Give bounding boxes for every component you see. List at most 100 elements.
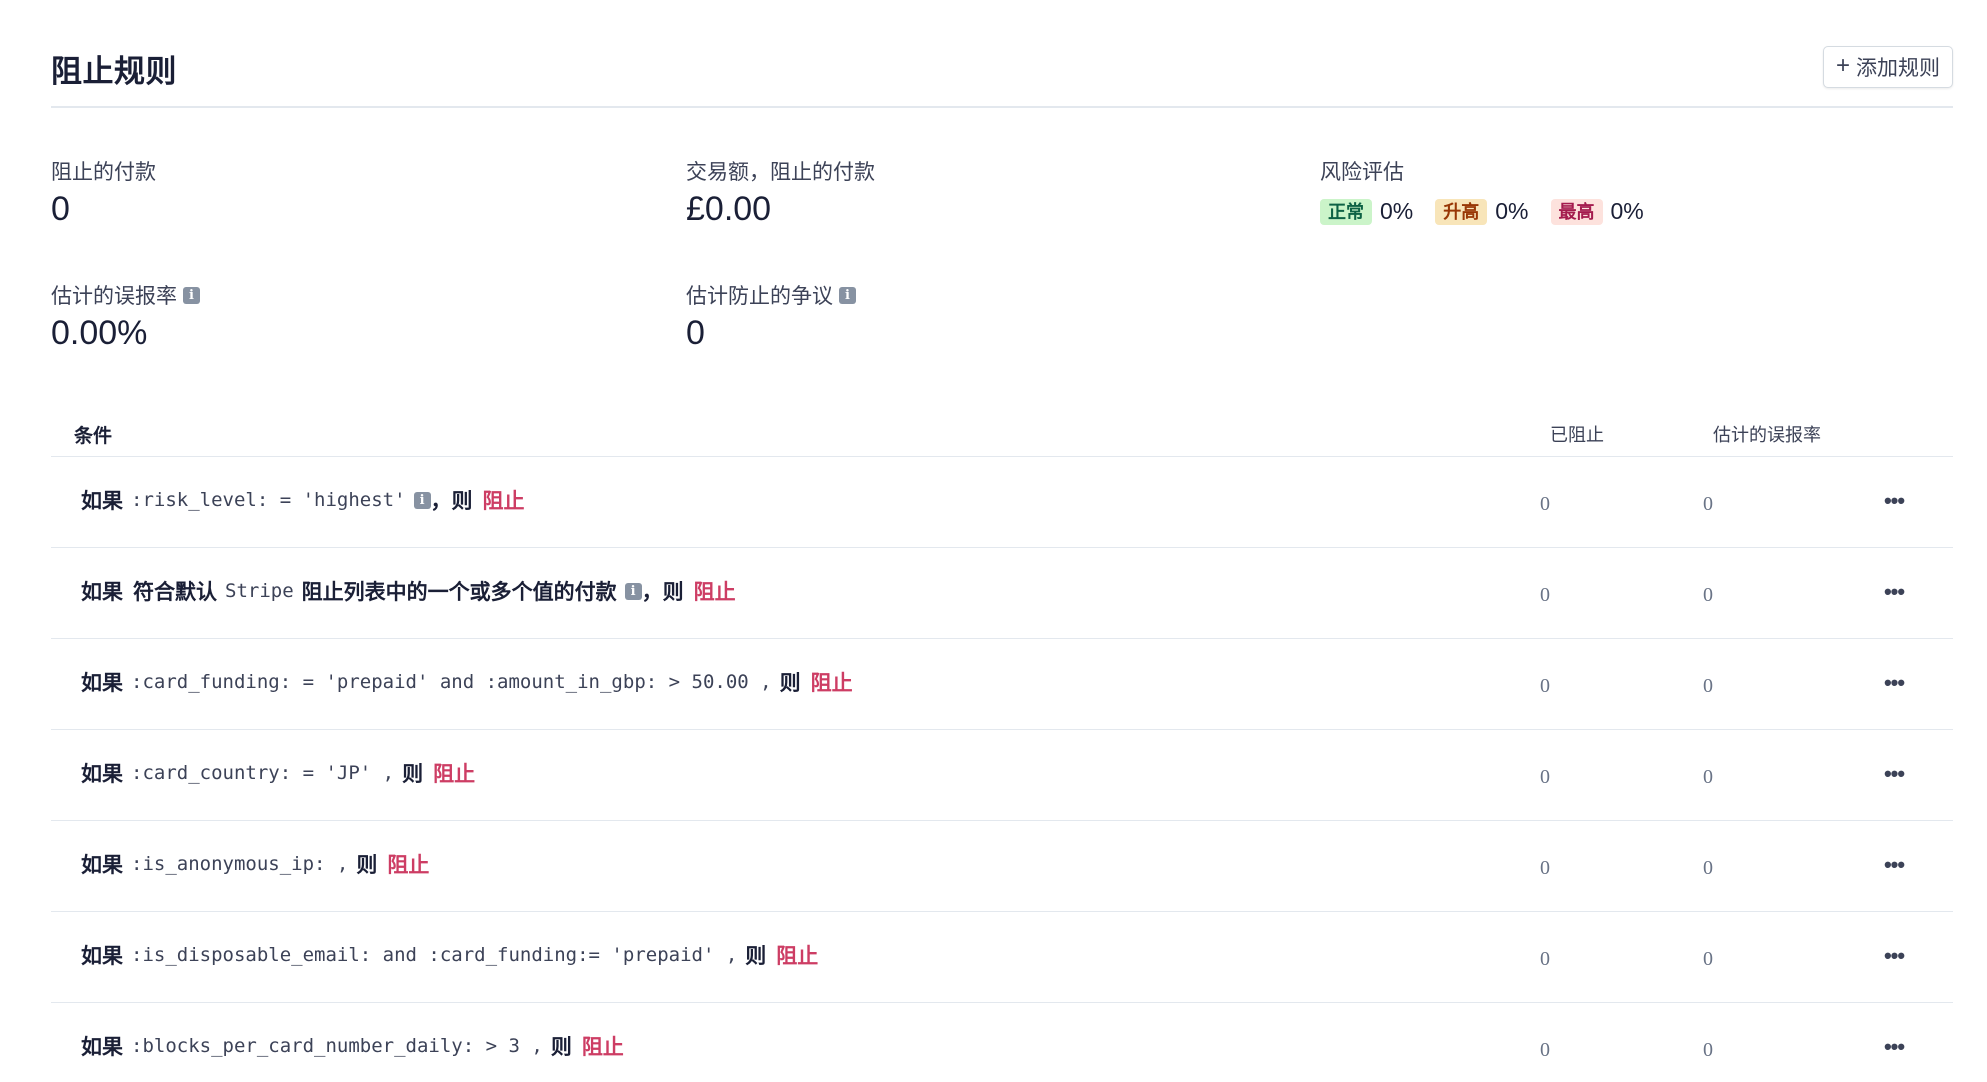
column-header-blocked: 已阻止 bbox=[1550, 425, 1604, 445]
rule-expression: :is_anonymous_ip: , bbox=[131, 853, 349, 875]
metric-risk-evaluation: 风险评估 正常 0% 升高 0% 最高 0% bbox=[1320, 156, 1666, 225]
column-header-false-positive-rate: 估计的误报率 bbox=[1713, 425, 1821, 445]
metric-label: 交易额，阻止的付款 bbox=[686, 156, 875, 186]
rule-if-keyword: 如果 bbox=[81, 945, 123, 968]
cell-blocked: 0 bbox=[1540, 493, 1550, 515]
info-icon[interactable]: i bbox=[413, 491, 431, 509]
cell-blocked: 0 bbox=[1540, 948, 1550, 970]
rule-then-keyword: 则 bbox=[745, 945, 767, 968]
rule-action: 阻止 bbox=[482, 490, 525, 513]
metric-value: 0 bbox=[51, 190, 70, 228]
cell-false-positive-rate: 0 bbox=[1703, 948, 1713, 970]
column-header-condition: 条件 bbox=[74, 426, 113, 447]
risk-percent-highest: 0% bbox=[1610, 198, 1644, 224]
rule-expression: :blocks_per_card_number_daily: > 3 , bbox=[131, 1035, 543, 1057]
more-options-button[interactable]: ••• bbox=[1877, 671, 1911, 695]
rule-condition: 如果 :is_disposable_email: and :card_fundi… bbox=[81, 940, 818, 970]
rule-condition: 如果 :card_country: = 'JP' , 则 阻止 bbox=[81, 758, 475, 788]
cell-blocked: 0 bbox=[1540, 766, 1550, 788]
metric-label: 估计防止的争议 i bbox=[686, 280, 856, 310]
metric-label: 估计的误报率 i bbox=[51, 280, 200, 310]
table-row[interactable]: 如果 :is_anonymous_ip: , 则 阻止 0 0 ••• bbox=[51, 821, 1953, 912]
ellipsis-icon: ••• bbox=[1883, 1034, 1905, 1059]
table-row[interactable]: 如果 :is_disposable_email: and :card_fundi… bbox=[51, 912, 1953, 1003]
table-row[interactable]: 如果 :blocks_per_card_number_daily: > 3 , … bbox=[51, 1003, 1953, 1082]
plus-icon: + bbox=[1835, 52, 1850, 79]
add-rule-label: 添加规则 bbox=[1856, 57, 1940, 80]
metric-value: 0 bbox=[686, 314, 705, 352]
metric-label-text: 估计防止的争议 bbox=[686, 285, 833, 308]
table-row[interactable]: 如果 符合默认 Stripe 阻止列表中的一个或多个值的付款 i ，则 阻止 0… bbox=[51, 548, 1953, 639]
cell-blocked: 0 bbox=[1540, 675, 1550, 697]
rule-then-keyword: 则 bbox=[779, 672, 801, 695]
rule-action: 阻止 bbox=[433, 763, 476, 786]
risk-badge-elevated: 升高 bbox=[1435, 198, 1488, 225]
cell-false-positive-rate: 0 bbox=[1703, 675, 1713, 697]
ellipsis-icon: ••• bbox=[1883, 943, 1905, 968]
metric-blocked-volume: 交易额，阻止的付款 £0.00 bbox=[686, 156, 875, 229]
rule-then-keyword: 则 bbox=[356, 854, 378, 877]
cell-false-positive-rate: 0 bbox=[1703, 493, 1713, 515]
more-options-button[interactable]: ••• bbox=[1877, 1035, 1911, 1059]
metric-label: 风险评估 bbox=[1320, 156, 1666, 186]
risk-levels: 正常 0% 升高 0% 最高 0% bbox=[1320, 198, 1666, 225]
add-rule-button[interactable]: + 添加规则 bbox=[1822, 46, 1953, 88]
cell-blocked: 0 bbox=[1540, 1039, 1550, 1061]
table-header: 条件 已阻止 估计的误报率 bbox=[51, 400, 1953, 457]
ellipsis-icon: ••• bbox=[1883, 761, 1905, 786]
rule-text-prefix: 符合默认 bbox=[133, 581, 217, 604]
info-icon[interactable]: i bbox=[183, 286, 200, 304]
rule-condition: 如果 :blocks_per_card_number_daily: > 3 , … bbox=[81, 1031, 624, 1061]
metric-false-positive-rate: 估计的误报率 i 0.00% bbox=[51, 280, 200, 353]
rule-then-keyword: ，则 bbox=[641, 581, 684, 604]
more-options-button[interactable]: ••• bbox=[1877, 762, 1911, 786]
metric-label: 阻止的付款 bbox=[51, 156, 156, 186]
more-options-button[interactable]: ••• bbox=[1877, 853, 1911, 877]
rule-if-keyword: 如果 bbox=[81, 763, 123, 786]
metric-value: £0.00 bbox=[686, 190, 772, 228]
rule-if-keyword: 如果 bbox=[81, 672, 123, 695]
rule-action: 阻止 bbox=[693, 581, 736, 604]
page-title: 阻止规则 bbox=[51, 54, 177, 89]
rule-condition: 如果 :card_funding: = 'prepaid' and :amoun… bbox=[81, 667, 853, 697]
rule-if-keyword: 如果 bbox=[81, 854, 123, 877]
cell-blocked: 0 bbox=[1540, 584, 1550, 606]
risk-percent-elevated: 0% bbox=[1495, 198, 1529, 224]
more-options-button[interactable]: ••• bbox=[1877, 580, 1911, 604]
rule-if-keyword: 如果 bbox=[81, 490, 123, 513]
info-icon[interactable]: i bbox=[839, 286, 856, 304]
rule-then-keyword: 则 bbox=[402, 763, 424, 786]
rule-if-keyword: 如果 bbox=[81, 1036, 123, 1059]
risk-badge-highest: 最高 bbox=[1550, 198, 1603, 225]
rule-if-keyword: 如果 bbox=[81, 581, 123, 604]
metric-blocked-payments: 阻止的付款 0 bbox=[51, 156, 156, 229]
metric-label-text: 交易额，阻止的付款 bbox=[686, 161, 875, 184]
page-header: 阻止规则 + 添加规则 bbox=[51, 0, 1953, 108]
rules-table: 条件 已阻止 估计的误报率 如果 :risk_level: = 'highest… bbox=[51, 400, 1953, 1082]
cell-false-positive-rate: 0 bbox=[1703, 857, 1713, 879]
cell-false-positive-rate: 0 bbox=[1703, 584, 1713, 606]
rule-condition: 如果 :is_anonymous_ip: , 则 阻止 bbox=[81, 849, 429, 879]
block-rules-page: 阻止规则 + 添加规则 阻止的付款 0 交易额，阻止的付款 £0.00 风险评估… bbox=[0, 0, 1987, 1082]
rule-expression: :risk_level: = 'highest' bbox=[131, 489, 406, 511]
metric-disputes-prevented: 估计防止的争议 i 0 bbox=[686, 280, 856, 353]
cell-false-positive-rate: 0 bbox=[1703, 766, 1713, 788]
rule-expression: Stripe bbox=[225, 580, 294, 602]
cell-blocked: 0 bbox=[1540, 857, 1550, 879]
info-icon[interactable]: i bbox=[624, 582, 642, 600]
more-options-button[interactable]: ••• bbox=[1877, 489, 1911, 513]
rule-action: 阻止 bbox=[776, 945, 819, 968]
rule-action: 阻止 bbox=[810, 672, 853, 695]
ellipsis-icon: ••• bbox=[1883, 488, 1905, 513]
rule-text-middle: 阻止列表中的一个或多个值的付款 bbox=[301, 581, 617, 604]
cell-false-positive-rate: 0 bbox=[1703, 1039, 1713, 1061]
table-row[interactable]: 如果 :risk_level: = 'highest' i ，则 阻止 0 0 … bbox=[51, 457, 1953, 548]
rule-expression: :card_country: = 'JP' , bbox=[131, 762, 395, 784]
rule-expression: :card_funding: = 'prepaid' and :amount_i… bbox=[131, 671, 772, 693]
rule-condition: 如果 :risk_level: = 'highest' i ，则 阻止 bbox=[81, 485, 525, 515]
table-row[interactable]: 如果 :card_funding: = 'prepaid' and :amoun… bbox=[51, 639, 1953, 730]
rule-expression: :is_disposable_email: and :card_funding:… bbox=[131, 944, 738, 966]
more-options-button[interactable]: ••• bbox=[1877, 944, 1911, 968]
metric-label-text: 估计的误报率 bbox=[51, 285, 177, 308]
table-row[interactable]: 如果 :card_country: = 'JP' , 则 阻止 0 0 ••• bbox=[51, 730, 1953, 821]
